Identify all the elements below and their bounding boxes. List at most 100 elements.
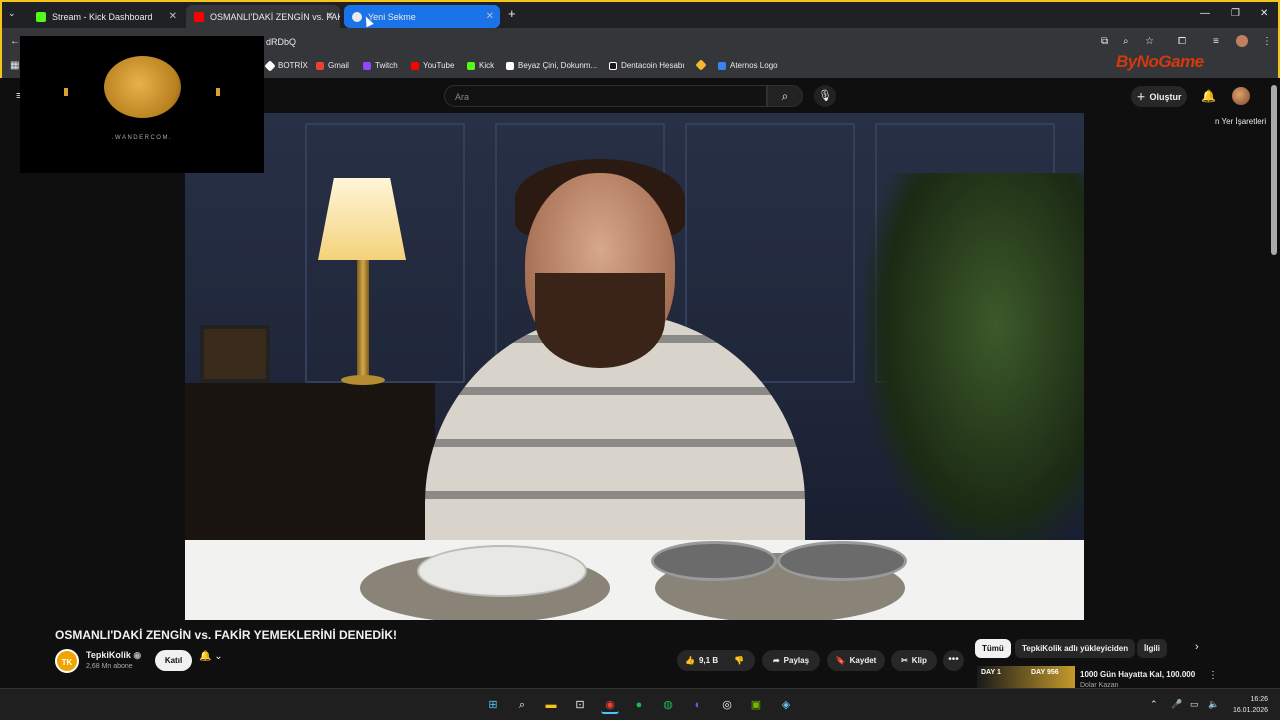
chip-from-uploader[interactable]: TepkiKolik adlı yükleyiciden <box>1015 639 1136 658</box>
spotify-icon[interactable]: ◍ <box>659 696 677 714</box>
moon-logo <box>104 56 181 118</box>
join-button[interactable]: Katıl <box>155 650 192 671</box>
voice-search-button[interactable]: 🎙 <box>814 85 836 107</box>
steam-icon[interactable]: ◈ <box>777 696 795 714</box>
lantern-icon <box>216 88 220 96</box>
profile-avatar[interactable] <box>1236 35 1248 47</box>
kick-icon <box>467 61 475 70</box>
bookmark-icon <box>264 59 276 72</box>
clip-label: Klip <box>911 656 927 665</box>
all-bookmarks[interactable]: n Yer İşaretleri <box>1215 117 1266 126</box>
more-actions-button[interactable]: ••• <box>943 650 964 671</box>
share-button[interactable]: ➦ Paylaş <box>762 650 820 671</box>
suggested-title[interactable]: 1000 Gün Hayatta Kal, 100.000 <box>1080 670 1195 679</box>
suggested-thumbnail[interactable]: DAY 1 DAY 956 <box>977 666 1075 688</box>
bowl <box>777 541 907 581</box>
save-button[interactable]: 🔖 Kaydet <box>827 650 885 671</box>
new-tab-button[interactable]: + <box>508 6 516 21</box>
bookmark-item[interactable]: BOTRİX <box>264 59 308 72</box>
tab-label: OSMANLI'DAKİ ZENGİN vs. FAKİ <box>210 11 340 22</box>
menu-kebab-icon[interactable]: ⋮ <box>1262 36 1272 47</box>
channel-name[interactable]: TepkiKolik ◉ <box>86 650 141 661</box>
lamp-stand <box>357 260 369 380</box>
chip-all[interactable]: Tümü <box>975 639 1011 658</box>
chrome-icon[interactable]: ◉ <box>601 696 619 714</box>
dislike-icon[interactable]: 👎 <box>734 656 744 665</box>
gmail-icon <box>316 61 324 70</box>
plus-icon: ＋ <box>1136 92 1146 102</box>
extensions-icon[interactable]: ⧠ <box>1178 36 1186 47</box>
install-icon[interactable]: ⧉ <box>1101 36 1108 47</box>
minimize-button[interactable]: — <box>1200 8 1210 19</box>
app-icon[interactable]: ● <box>630 696 648 714</box>
bookmark-item[interactable] <box>695 59 709 71</box>
video-player[interactable] <box>185 113 1084 620</box>
nvidia-icon[interactable]: ▣ <box>747 696 765 714</box>
sideboard <box>185 383 435 553</box>
store-icon[interactable]: ⊡ <box>571 696 589 714</box>
bookmark-item[interactable]: Beyaz Çini, Dokunm... <box>506 61 597 70</box>
twitch-icon <box>363 61 371 70</box>
suggested-menu-icon[interactable]: ⋮ <box>1208 670 1218 681</box>
bookmark-item[interactable]: YouTube <box>411 61 454 70</box>
zoom-icon[interactable]: ⌕ <box>1123 36 1129 47</box>
windows-taskbar: ⊞ ⌕ ▬ ⊡ ◉ ● ◍ ◐ ◎ ▣ ◈ ⌃ 🎤 ▭ 🔈 16:26 16.0… <box>0 688 1280 720</box>
webcam-brand: .WANDERCOM. <box>111 135 173 141</box>
close-tab-icon[interactable]: ✕ <box>326 11 334 22</box>
subscribe-bell-button[interactable]: 🔔 ⌄ <box>199 651 223 662</box>
tab-kick-dashboard[interactable]: Stream - Kick Dashboard ✕ <box>28 5 183 28</box>
media-icon[interactable]: ≡ <box>1213 36 1219 47</box>
apps-grid-icon[interactable]: ▦ <box>10 60 19 71</box>
close-tab-icon[interactable]: ✕ <box>169 11 177 22</box>
display-icon[interactable]: ▭ <box>1190 699 1199 710</box>
clock-date: 16.01.2026 <box>1232 707 1268 714</box>
clip-button[interactable]: ✂ Klip <box>891 650 937 671</box>
create-button[interactable]: ＋ Oluştur <box>1131 86 1187 107</box>
mic-icon: 🎙 <box>818 90 832 102</box>
bookmark-item[interactable]: Dentacoin Hesabı <box>609 61 685 70</box>
browser-tab-bar: ⌄ Stream - Kick Dashboard ✕ OSMANLI'DAKİ… <box>0 0 1280 28</box>
chevron-right-icon[interactable]: › <box>1195 641 1199 653</box>
tab-youtube-video[interactable]: OSMANLI'DAKİ ZENGİN vs. FAKİ ✕ <box>186 5 340 28</box>
back-arrow-icon[interactable]: ← <box>10 36 20 47</box>
close-window-button[interactable]: ✕ <box>1260 8 1268 19</box>
bookmark-label: YouTube <box>423 61 455 70</box>
search-input[interactable]: Ara <box>444 85 767 107</box>
page-scrollbar[interactable] <box>1271 85 1277 255</box>
bookmark-label: Kick <box>479 61 495 70</box>
discord-icon[interactable]: ◐ <box>689 696 707 714</box>
bookmark-item[interactable]: Twitch <box>363 61 398 70</box>
channel-name-text: TepkiKolik <box>86 650 131 660</box>
search-button[interactable]: ⌕ <box>767 85 803 107</box>
bookmark-label: BOTRİX <box>278 61 308 70</box>
start-icon[interactable]: ⊞ <box>484 696 502 714</box>
chevron-up-icon[interactable]: ⌃ <box>1150 699 1158 710</box>
account-avatar[interactable] <box>1232 87 1250 105</box>
tab-search-icon[interactable]: ⌄ <box>8 8 16 19</box>
restore-button[interactable]: ❐ <box>1231 8 1240 19</box>
obs-icon[interactable]: ◎ <box>718 696 736 714</box>
search-icon[interactable]: ⌕ <box>513 696 531 714</box>
bell-icon: 🔔 <box>199 651 212 662</box>
picture-frame <box>200 325 270 383</box>
file-explorer-icon[interactable]: ▬ <box>542 696 560 714</box>
chip-related[interactable]: İlgili <box>1137 639 1167 658</box>
binance-icon <box>695 59 707 71</box>
address-bar[interactable]: dRDbQ <box>266 37 296 47</box>
bookmark-item[interactable]: Gmail <box>316 61 349 70</box>
channel-avatar[interactable]: TK <box>55 649 79 673</box>
mic-icon[interactable]: 🎤 <box>1171 699 1182 710</box>
volume-icon[interactable]: 🔈 <box>1208 699 1219 710</box>
clock[interactable]: 16:26 16.01.2026 <box>1228 694 1268 716</box>
notifications-bell-icon[interactable]: 🔔 <box>1201 89 1216 103</box>
close-tab-icon[interactable]: ✕ <box>486 11 494 22</box>
star-icon[interactable]: ☆ <box>1145 36 1154 47</box>
like-button[interactable]: 👍 9,1 B 👎 <box>677 650 755 671</box>
bookmark-item[interactable]: Kick <box>467 61 494 70</box>
bookmark-label: Gmail <box>328 61 349 70</box>
dentacoin-icon <box>609 61 617 70</box>
aternos-icon <box>718 61 726 70</box>
bookmark-item[interactable]: Aternos Logo <box>718 61 778 70</box>
palm-plant <box>865 173 1084 553</box>
clock-time: 16:26 <box>1250 696 1268 703</box>
